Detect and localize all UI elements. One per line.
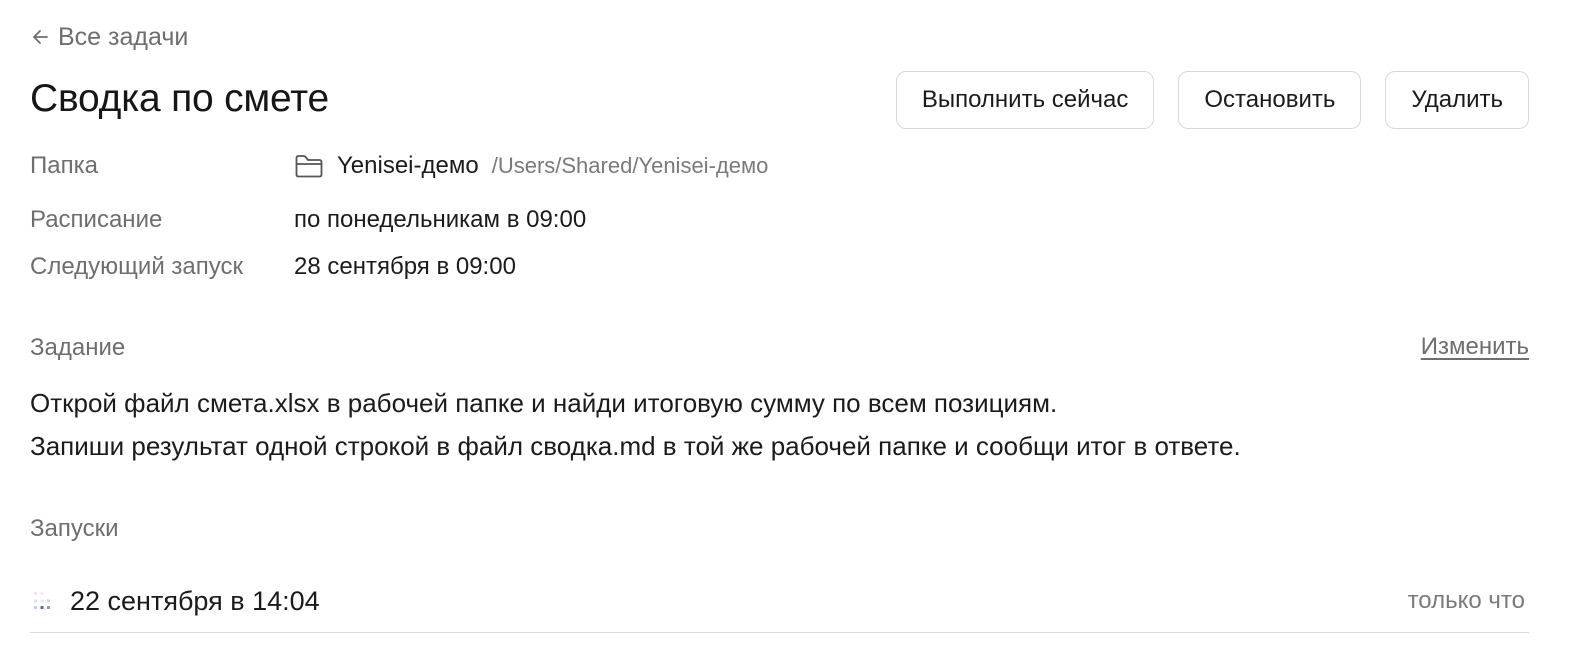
task-section-label: Задание	[30, 334, 126, 361]
arrow-left-icon	[30, 27, 50, 47]
next-run-label: Следующий запуск	[30, 253, 243, 280]
page-title: Сводка по смете	[30, 77, 329, 120]
run-relative-time: только что	[1407, 587, 1525, 614]
folder-path: /Users/Shared/Yenisei-демо	[491, 153, 769, 178]
run-now-button[interactable]: Выполнить сейчас	[895, 71, 1155, 129]
task-prompt-line: Запиши результат одной строкой в файл св…	[30, 431, 1241, 461]
schedule-label: Расписание	[30, 206, 163, 233]
folder-value: Yenisei-демо /Users/Shared/Yenisei-демо	[294, 152, 768, 180]
meta-row-schedule: Расписание по понедельникам в 09:00	[30, 202, 586, 238]
run-list-item[interactable]: 22 сентября в 14:04 только что	[30, 570, 1529, 633]
run-date: 22 сентября в 14:04	[70, 585, 320, 616]
task-actions: Выполнить сейчас Остановить Удалить	[895, 71, 1529, 129]
back-link-label: Все задачи	[58, 22, 189, 51]
runs-section-label: Запуски	[30, 515, 119, 542]
delete-button[interactable]: Удалить	[1385, 71, 1529, 129]
next-run-value: 28 сентября в 09:00	[294, 253, 516, 280]
stop-button[interactable]: Остановить	[1178, 71, 1362, 129]
folder-name: Yenisei-демо	[337, 152, 479, 179]
folder-icon	[294, 153, 324, 179]
loading-spinner-icon	[30, 589, 54, 613]
folder-label: Папка	[30, 152, 98, 179]
task-prompt-line: Открой файл смета.xlsx в рабочей папке и…	[30, 388, 1058, 418]
meta-row-next-run: Следующий запуск 28 сентября в 09:00	[30, 249, 516, 285]
back-to-all-tasks-link[interactable]: Все задачи	[30, 20, 188, 54]
edit-task-link[interactable]: Изменить	[1421, 333, 1529, 361]
task-prompt: Открой файл смета.xlsx в рабочей папке и…	[30, 382, 1241, 468]
meta-row-folder: Папка Yenisei-демо /Users/Shared/Yenisei…	[30, 148, 768, 184]
schedule-value: по понедельникам в 09:00	[294, 206, 587, 233]
